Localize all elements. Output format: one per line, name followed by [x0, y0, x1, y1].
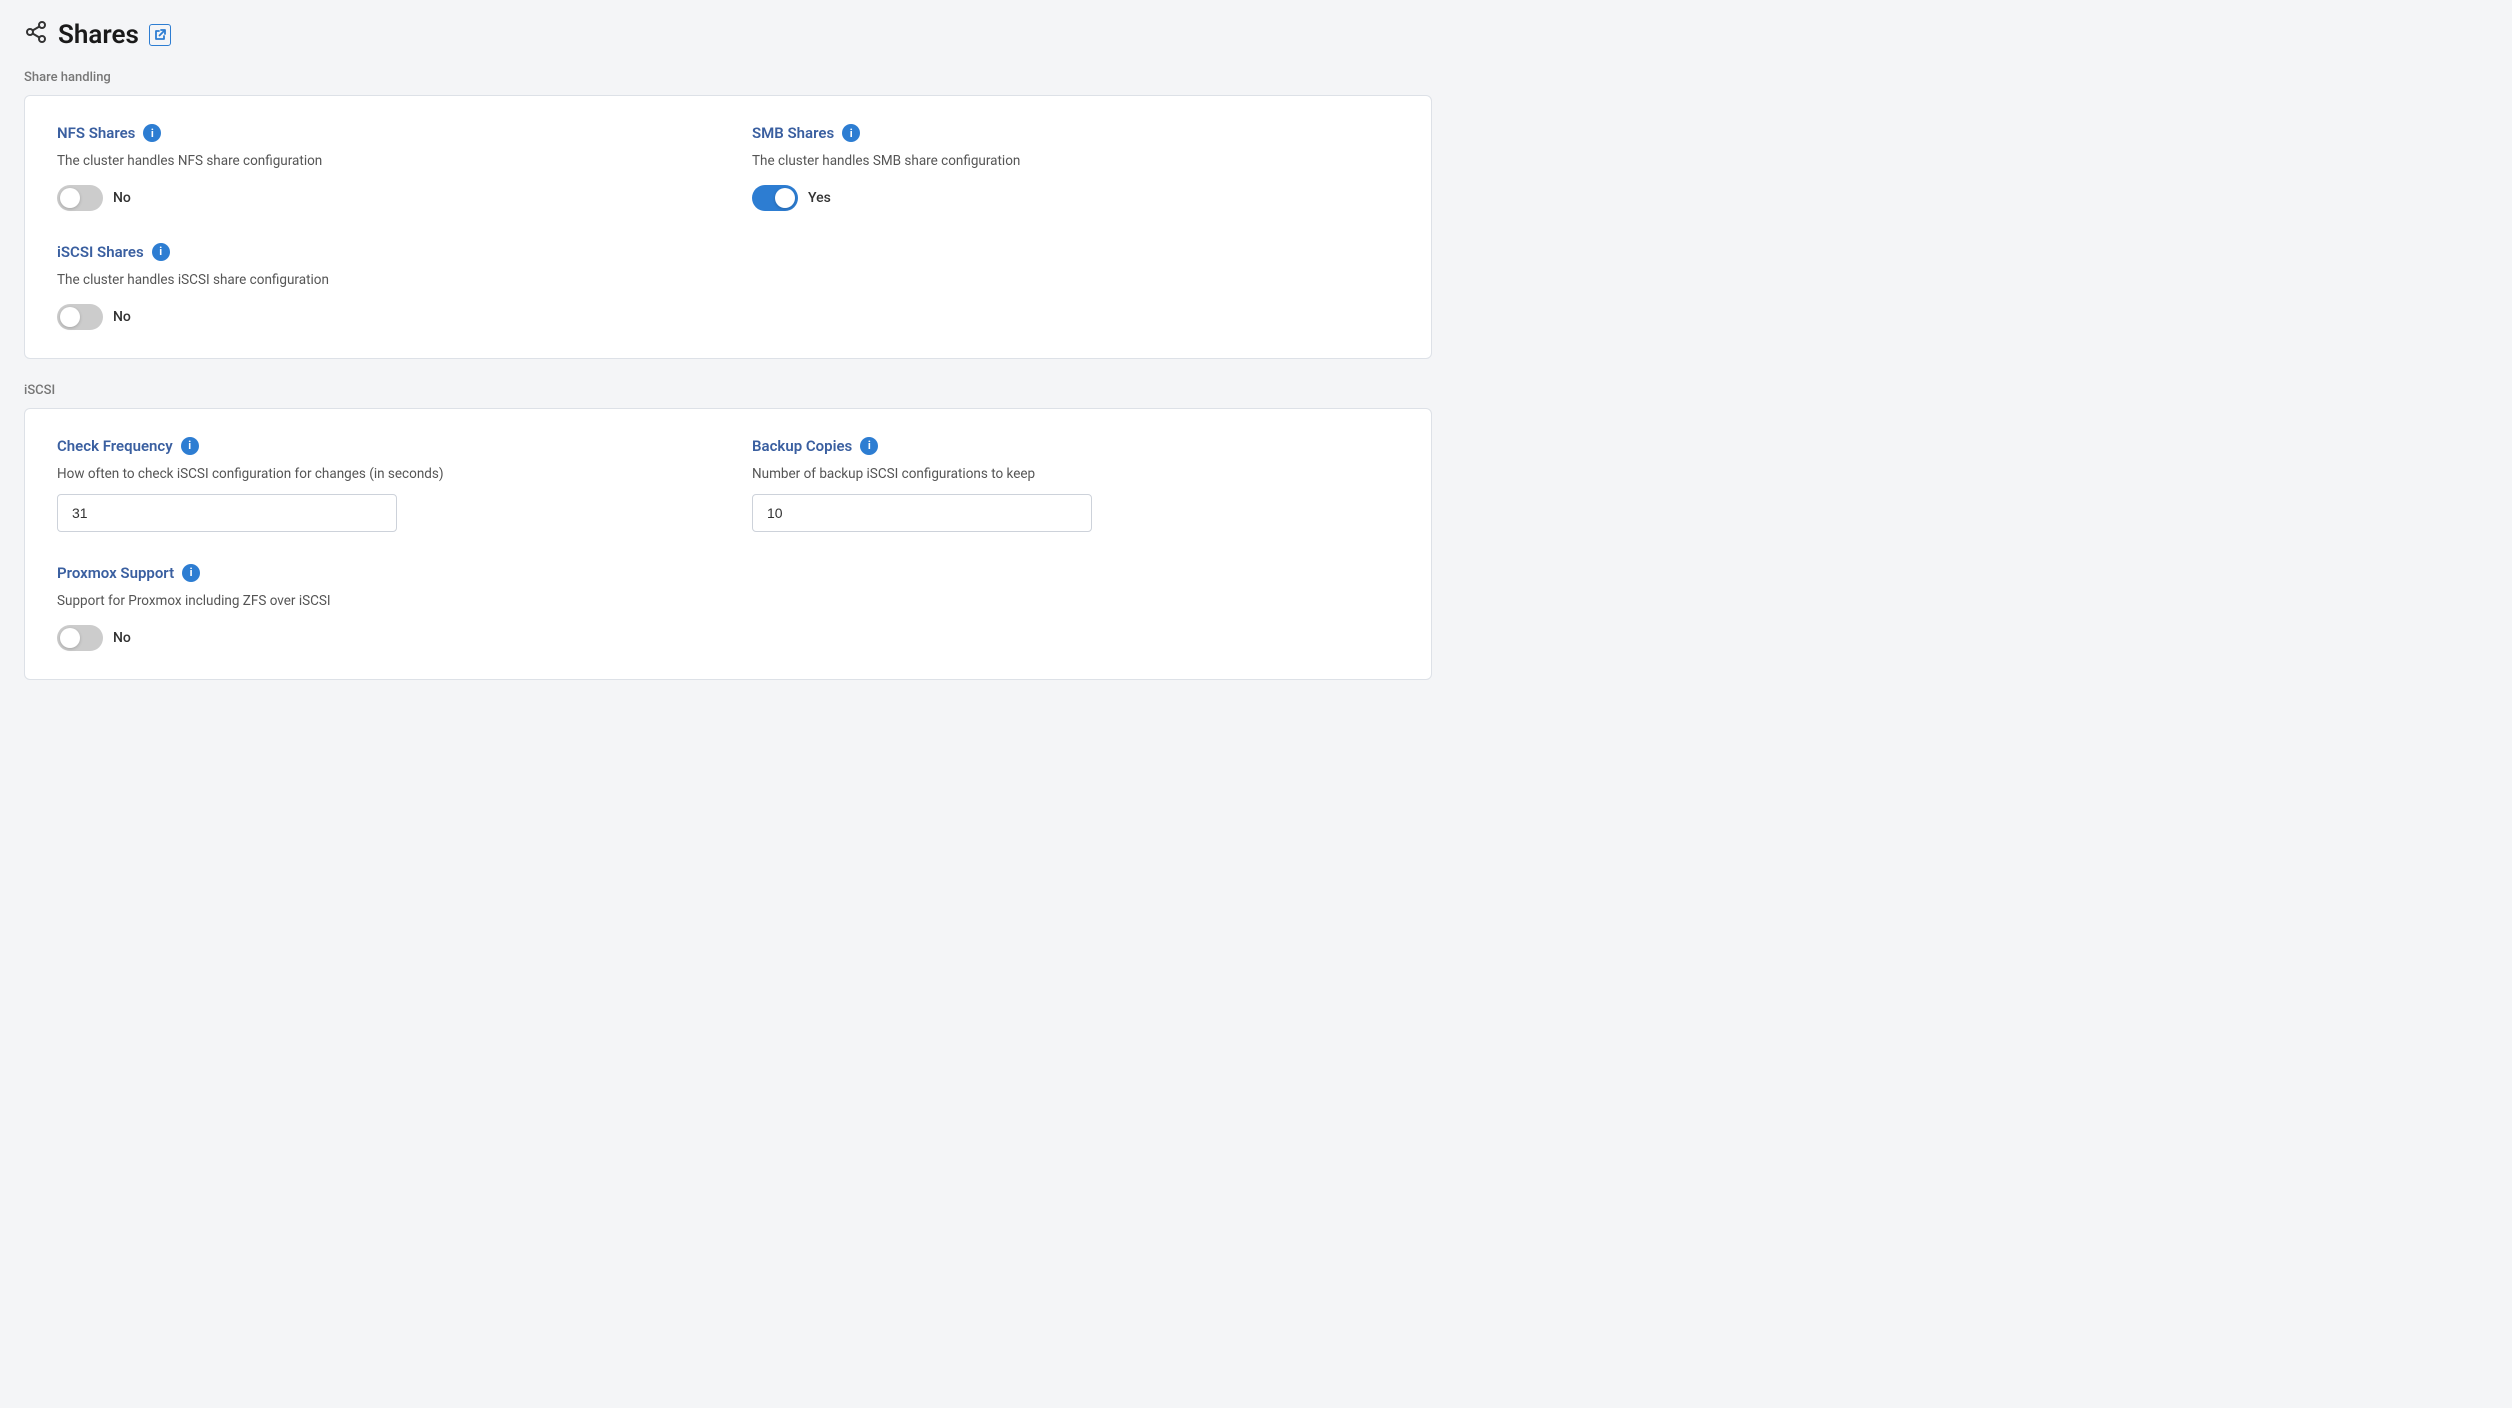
iscsi-section: iSCSI Check Frequency i How often to che…: [24, 383, 1432, 680]
iscsi-shares-toggle-thumb: [60, 307, 80, 327]
nfs-shares-info-icon[interactable]: i: [143, 124, 161, 142]
nfs-shares-label: NFS Shares: [57, 124, 135, 142]
smb-shares-header: SMB Shares i: [752, 124, 1399, 142]
check-frequency-header: Check Frequency i: [57, 437, 704, 455]
iscsi-shares-toggle-row: No: [57, 304, 704, 330]
iscsi-shares-group: iSCSI Shares i The cluster handles iSCSI…: [57, 243, 704, 330]
iscsi-shares-toggle[interactable]: [57, 304, 103, 330]
proxmox-toggle[interactable]: [57, 625, 103, 651]
share-handling-card: NFS Shares i The cluster handles NFS sha…: [24, 95, 1432, 359]
iscsi-shares-header: iSCSI Shares i: [57, 243, 704, 261]
iscsi-shares-description: The cluster handles iSCSI share configur…: [57, 271, 704, 290]
nfs-shares-description: The cluster handles NFS share configurat…: [57, 152, 704, 171]
iscsi-card: Check Frequency i How often to check iSC…: [24, 408, 1432, 680]
share-handling-grid: NFS Shares i The cluster handles NFS sha…: [57, 124, 1399, 330]
check-frequency-group: Check Frequency i How often to check iSC…: [57, 437, 704, 532]
proxmox-toggle-track[interactable]: [57, 625, 103, 651]
smb-toggle-label: Yes: [808, 190, 831, 206]
smb-toggle-track[interactable]: [752, 185, 798, 211]
backup-copies-group: Backup Copies i Number of backup iSCSI c…: [752, 437, 1399, 532]
proxmox-support-label: Proxmox Support: [57, 564, 174, 582]
proxmox-toggle-row: No: [57, 625, 704, 651]
shares-icon: [24, 20, 48, 50]
smb-shares-label: SMB Shares: [752, 124, 834, 142]
share-handling-label: Share handling: [24, 70, 1432, 85]
backup-copies-input[interactable]: [752, 494, 1092, 532]
check-frequency-description: How often to check iSCSI configuration f…: [57, 465, 704, 484]
smb-toggle-row: Yes: [752, 185, 1399, 211]
iscsi-shares-info-icon[interactable]: i: [152, 243, 170, 261]
page-header: Shares: [24, 20, 1432, 50]
iscsi-shares-label: iSCSI Shares: [57, 243, 144, 261]
proxmox-toggle-thumb: [60, 628, 80, 648]
share-handling-section: Share handling NFS Shares i The cluster …: [24, 70, 1432, 359]
backup-copies-description: Number of backup iSCSI configurations to…: [752, 465, 1399, 484]
iscsi-section-label: iSCSI: [24, 383, 1432, 398]
nfs-shares-group: NFS Shares i The cluster handles NFS sha…: [57, 124, 704, 211]
iscsi-shares-toggle-track[interactable]: [57, 304, 103, 330]
proxmox-support-description: Support for Proxmox including ZFS over i…: [57, 592, 704, 611]
nfs-toggle-row: No: [57, 185, 704, 211]
check-frequency-label: Check Frequency: [57, 437, 173, 455]
proxmox-support-group: Proxmox Support i Support for Proxmox in…: [57, 564, 704, 651]
nfs-toggle[interactable]: [57, 185, 103, 211]
proxmox-support-header: Proxmox Support i: [57, 564, 704, 582]
nfs-shares-header: NFS Shares i: [57, 124, 704, 142]
nfs-toggle-thumb: [60, 188, 80, 208]
smb-toggle-thumb: [775, 188, 795, 208]
smb-shares-group: SMB Shares i The cluster handles SMB sha…: [752, 124, 1399, 211]
iscsi-shares-toggle-label: No: [113, 309, 131, 325]
smb-toggle[interactable]: [752, 185, 798, 211]
external-link-icon[interactable]: [149, 24, 171, 46]
iscsi-card-grid: Check Frequency i How often to check iSC…: [57, 437, 1399, 651]
backup-copies-label: Backup Copies: [752, 437, 852, 455]
proxmox-toggle-label: No: [113, 630, 131, 646]
nfs-toggle-track[interactable]: [57, 185, 103, 211]
smb-shares-info-icon[interactable]: i: [842, 124, 860, 142]
proxmox-support-info-icon[interactable]: i: [182, 564, 200, 582]
backup-copies-info-icon[interactable]: i: [860, 437, 878, 455]
backup-copies-header: Backup Copies i: [752, 437, 1399, 455]
page-title: Shares: [58, 20, 139, 50]
check-frequency-input[interactable]: [57, 494, 397, 532]
smb-shares-description: The cluster handles SMB share configurat…: [752, 152, 1399, 171]
check-frequency-info-icon[interactable]: i: [181, 437, 199, 455]
nfs-toggle-label: No: [113, 190, 131, 206]
